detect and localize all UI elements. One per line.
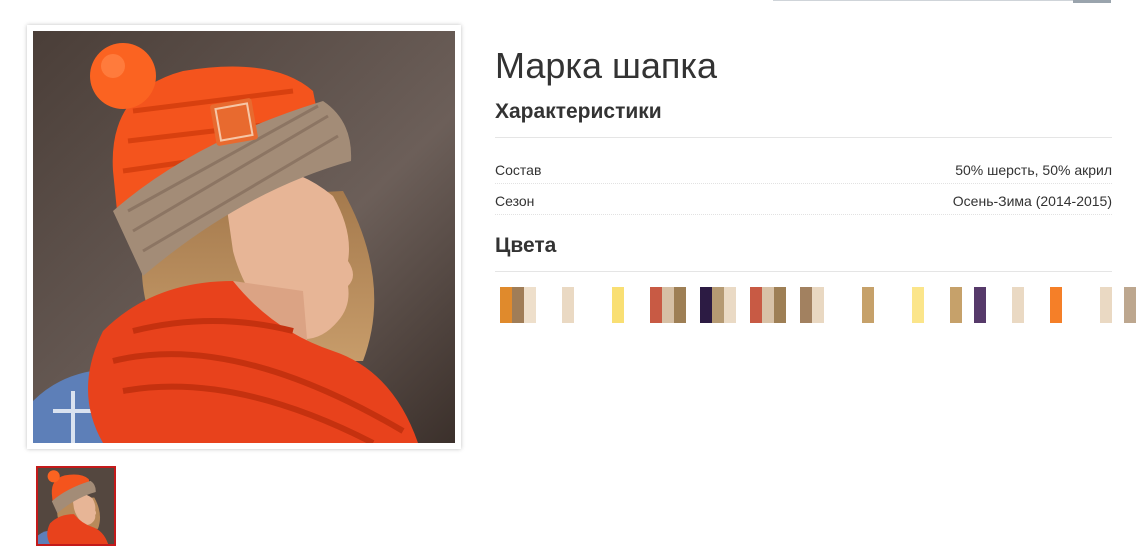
- search-bar: [773, 0, 1111, 4]
- color-swatch[interactable]: [650, 287, 686, 323]
- color-swatch[interactable]: [500, 287, 536, 323]
- product-thumbnail[interactable]: [36, 466, 116, 546]
- color-swatch[interactable]: [1000, 287, 1036, 323]
- color-swatch[interactable]: [550, 287, 586, 323]
- color-swatch[interactable]: [850, 287, 886, 323]
- spec-row-composition: Состав 50% шерсть, 50% акрил: [495, 154, 1112, 184]
- search-input[interactable]: [773, 0, 1073, 1]
- color-swatch[interactable]: [800, 287, 836, 323]
- color-swatch[interactable]: [950, 287, 986, 323]
- product-title: Марка шапка: [495, 45, 717, 86]
- color-swatch[interactable]: [1050, 287, 1086, 323]
- spec-label: Сезон: [495, 193, 535, 209]
- search-button[interactable]: [1073, 0, 1111, 3]
- product-main-image[interactable]: [33, 31, 455, 443]
- divider: [495, 137, 1112, 138]
- spec-value: Осень-Зима (2014-2015): [952, 193, 1112, 209]
- spec-label: Состав: [495, 162, 542, 178]
- main-image-frame: [27, 25, 461, 449]
- spec-row-season: Сезон Осень-Зима (2014-2015): [495, 185, 1112, 215]
- color-swatch[interactable]: [750, 287, 786, 323]
- color-swatch[interactable]: [700, 287, 736, 323]
- characteristics-heading: Характеристики: [495, 100, 662, 123]
- spec-value: 50% шерсть, 50% акрил: [955, 162, 1112, 178]
- color-swatch[interactable]: [1100, 287, 1136, 323]
- color-swatch[interactable]: [600, 287, 636, 323]
- divider: [495, 271, 1112, 272]
- colors-heading: Цвета: [495, 234, 557, 257]
- color-swatch[interactable]: [900, 287, 936, 323]
